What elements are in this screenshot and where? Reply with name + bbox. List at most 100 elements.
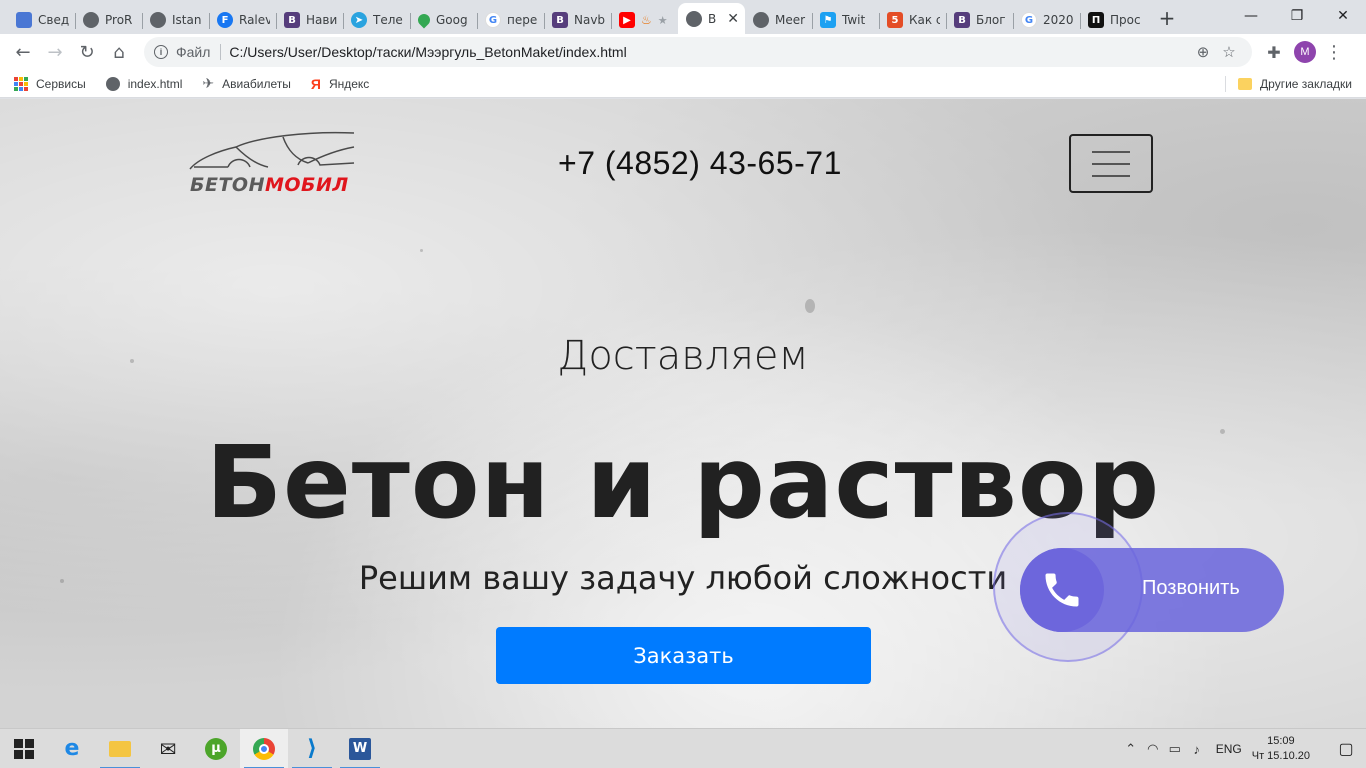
tab[interactable]: B Блог: [946, 6, 1013, 34]
utorrent-icon[interactable]: µ: [192, 729, 240, 768]
profile-avatar[interactable]: M: [1294, 41, 1316, 63]
order-button[interactable]: Заказать: [496, 627, 871, 684]
google-icon: G: [485, 12, 501, 28]
phone-number[interactable]: +7 (4852) 43-65-71: [558, 145, 842, 182]
mail-icon[interactable]: ✉: [144, 729, 192, 768]
clock[interactable]: 15:09 Чт 15.10.20: [1252, 734, 1310, 764]
bootstrap-icon: B: [954, 12, 970, 28]
new-tab-button[interactable]: +: [1153, 4, 1181, 32]
tab-title: Свед: [38, 13, 69, 27]
tab[interactable]: F Ralev: [209, 6, 276, 34]
tab-title: пере: [507, 13, 538, 27]
telegram-icon: ➤: [351, 12, 367, 28]
extensions-icon[interactable]: ✚: [1260, 38, 1288, 66]
windows-logo-icon: [14, 738, 34, 759]
restore-icon[interactable]: ❐: [1274, 0, 1320, 32]
logo-text-part2: МОБИЛ: [264, 174, 349, 196]
html5-icon: 5: [887, 12, 903, 28]
tab-title: Прос: [1110, 13, 1141, 27]
start-icon[interactable]: [0, 729, 48, 768]
tab-active[interactable]: B ✕: [678, 3, 745, 34]
back-icon[interactable]: ←: [8, 37, 38, 67]
close-window-icon[interactable]: ✕: [1320, 0, 1366, 32]
other-bookmarks-label: Другие закладки: [1260, 77, 1352, 91]
url-text[interactable]: C:/Users/User/Desktop/таски/Мээргуль_Bet…: [229, 44, 1190, 60]
tab[interactable]: B Navb: [544, 6, 611, 34]
bookmark-label: Сервисы: [36, 76, 86, 91]
tab[interactable]: Свед: [8, 6, 75, 34]
maps-icon: [415, 11, 433, 29]
twitter-icon: ⚑: [820, 12, 836, 28]
clock-date: Чт 15.10.20: [1251, 750, 1310, 762]
texture-speck: [60, 579, 64, 583]
tab-title: Теле: [373, 13, 403, 27]
word-icon[interactable]: W: [336, 729, 384, 768]
star-icon: ★: [657, 13, 668, 27]
forward-icon[interactable]: →: [40, 37, 70, 67]
hero-subtitle: Доставляем: [557, 333, 809, 379]
tab-title: Navb: [574, 13, 605, 27]
tab-title: Goog: [436, 13, 468, 27]
tab[interactable]: 5 Как с: [879, 6, 946, 34]
tab[interactable]: B Нави: [276, 6, 343, 34]
tab[interactable]: Gпере: [477, 6, 544, 34]
menu-icon[interactable]: ⋮: [1322, 42, 1346, 63]
info-icon[interactable]: i: [154, 45, 168, 59]
edge-icon[interactable]: e: [48, 729, 96, 768]
tab-title: ProR: [105, 13, 133, 27]
other-bookmarks[interactable]: Другие закладки: [1238, 70, 1352, 98]
divider: [1225, 76, 1226, 92]
reload-icon[interactable]: ↻: [72, 37, 102, 67]
address-bar[interactable]: i Файл C:/Users/User/Desktop/таски/Мээрг…: [144, 37, 1252, 67]
tab[interactable]: Goog: [410, 6, 477, 34]
notifications-icon[interactable]: ▢: [1326, 739, 1366, 759]
tab[interactable]: ▶ ♨ ★: [611, 6, 678, 34]
tab[interactable]: ⚑ Twit: [812, 6, 879, 34]
bookmark-item[interactable]: Я Яндекс: [311, 76, 369, 92]
user-icon: [16, 12, 32, 28]
hero-headline: Бетон и раствор: [205, 424, 1161, 541]
texture-speck: [805, 299, 815, 313]
battery-icon[interactable]: ▭: [1164, 741, 1186, 757]
tab-title: Meer: [775, 13, 806, 27]
logo[interactable]: БЕТОНМОБИЛ: [188, 129, 358, 199]
chevron-up-icon[interactable]: ⌃: [1120, 741, 1142, 757]
call-widget-label[interactable]: Позвонить: [1142, 577, 1240, 600]
tab[interactable]: G 2020: [1013, 6, 1080, 34]
apps-icon: [14, 76, 28, 91]
youtube-icon: ▶: [619, 12, 635, 28]
bookmark-label: index.html: [127, 76, 183, 91]
zoom-icon[interactable]: ⊕: [1190, 43, 1216, 61]
logo-text-part1: БЕТОН: [190, 174, 265, 196]
hamburger-line: [1092, 174, 1130, 177]
minimize-icon[interactable]: —: [1228, 0, 1274, 32]
bookmark-star-icon[interactable]: ☆: [1216, 43, 1242, 61]
language-indicator[interactable]: ENG: [1216, 742, 1242, 756]
explorer-icon[interactable]: [96, 729, 144, 768]
tab[interactable]: Istan: [142, 6, 209, 34]
vscode-icon[interactable]: ⟩: [288, 729, 336, 768]
tab[interactable]: Meer: [745, 6, 812, 34]
close-tab-icon[interactable]: ✕: [727, 11, 739, 27]
home-icon[interactable]: ⌂: [104, 37, 134, 67]
globe-icon: [150, 12, 166, 28]
utorrent-glyph: µ: [205, 737, 227, 760]
window-controls: — ❐ ✕: [1228, 0, 1366, 32]
tab[interactable]: ProR: [75, 6, 142, 34]
volume-icon[interactable]: ♪: [1186, 742, 1208, 757]
bookmark-item[interactable]: index.html: [105, 76, 183, 91]
menu-toggle-button[interactable]: [1069, 134, 1153, 193]
wifi-icon[interactable]: ◠: [1142, 741, 1164, 757]
plane-icon: ✈: [202, 75, 215, 91]
bookmark-item[interactable]: ✈ Авиабилеты: [202, 75, 290, 92]
tab[interactable]: П Прос: [1080, 6, 1147, 34]
globe-icon: [83, 12, 99, 28]
hamburger-line: [1092, 150, 1130, 153]
page-viewport: БЕТОНМОБИЛ +7 (4852) 43-65-71 Доставляем…: [0, 99, 1366, 728]
phone-icon[interactable]: [1020, 548, 1104, 632]
word-glyph: W: [349, 737, 371, 760]
system-tray: ⌃ ◠ ▭ ♪ ENG 15:09 Чт 15.10.20 ▢: [1120, 729, 1366, 768]
tab[interactable]: ➤ Теле: [343, 6, 410, 34]
bookmark-item[interactable]: Сервисы: [14, 76, 86, 91]
chrome-icon[interactable]: [240, 728, 288, 768]
